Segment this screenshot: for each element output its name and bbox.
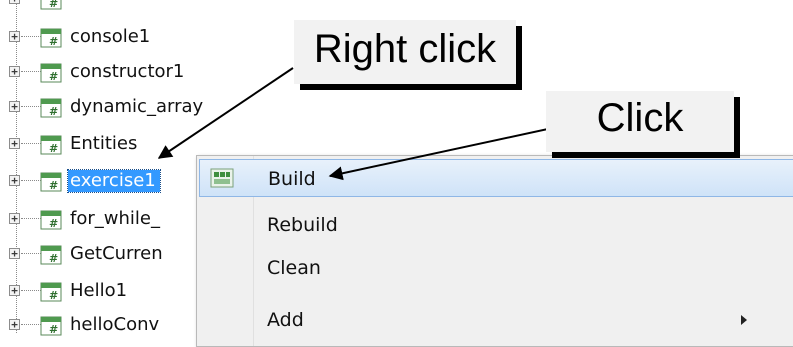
click-arrow xyxy=(328,123,572,181)
right-click-callout: Right click xyxy=(294,20,516,84)
right-click-arrow xyxy=(157,67,294,159)
click-callout: Click xyxy=(546,91,734,152)
